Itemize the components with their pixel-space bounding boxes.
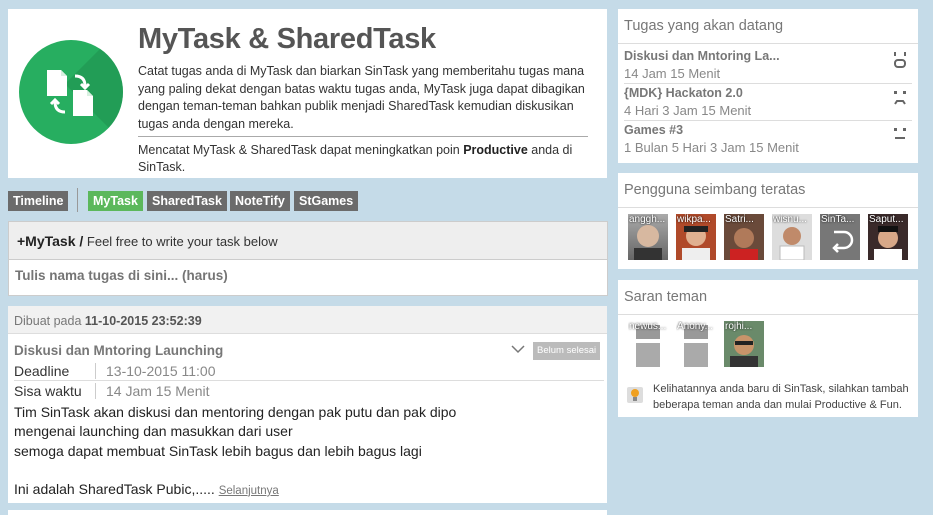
friend-suggestion-panel: Saran teman newus... Anony... rojhi... K… <box>618 280 918 417</box>
tab-mytask[interactable]: MyTask <box>88 191 143 211</box>
hero-description: Catat tugas anda di MyTask dan biarkan S… <box>138 64 585 131</box>
task-title[interactable]: Diskusi dan Mntoring Launching <box>14 343 223 358</box>
avatar[interactable]: anggh... <box>628 214 668 260</box>
ranking-title: Pengguna seimbang teratas <box>618 173 918 208</box>
task-card: Dibuat pada 11-10-2015 23:52:39 Diskusi … <box>8 306 607 503</box>
tab-notetify[interactable]: NoteTify <box>230 191 290 211</box>
task-body: Tim SinTask akan diskusi dan mentoring d… <box>14 404 457 497</box>
avatar[interactable]: rojhi... <box>724 321 764 367</box>
deadline-row: Deadline 13-10-2015 11:00 <box>14 363 216 379</box>
upcoming-item[interactable]: {MDK} Hackaton 2.0 4 Hari 3 Jam 15 Menit <box>624 86 912 118</box>
sintask-logo <box>19 40 123 144</box>
avatar[interactable]: Anony... <box>676 321 716 367</box>
avatar[interactable]: SinTa... <box>820 214 860 260</box>
swap-documents-icon <box>47 70 93 116</box>
suggest-message: Kelihatannya anda baru di SinTask, silah… <box>653 383 909 411</box>
avatar[interactable]: wisnu... <box>772 214 812 260</box>
ranking-panel: Pengguna seimbang teratas anggh... wikpa… <box>618 173 918 269</box>
neutral-face-icon <box>894 128 906 139</box>
upcoming-item[interactable]: Games #3 1 Bulan 5 Hari 3 Jam 15 Menit <box>624 123 912 155</box>
chevron-down-icon[interactable] <box>511 344 525 354</box>
tab-separator <box>77 188 78 212</box>
avatar[interactable]: Satri... <box>724 214 764 260</box>
task-created: Dibuat pada 11-10-2015 23:52:39 <box>8 306 607 334</box>
hero-card: MyTask & SharedTask Catat tugas anda di … <box>8 9 607 178</box>
tab-timeline[interactable]: Timeline <box>8 191 69 211</box>
status-badge[interactable]: Belum selesai <box>533 342 601 360</box>
tab-sharedtask[interactable]: SharedTask <box>147 191 227 211</box>
remaining-row: Sisa waktu 14 Jam 15 Menit <box>14 383 210 399</box>
read-more-link[interactable]: Selanjutnya <box>219 485 279 497</box>
hero-divider <box>138 136 588 137</box>
composer-header: +MyTask / Feel free to write your task b… <box>9 222 607 260</box>
lightbulb-icon <box>627 387 643 403</box>
next-card-edge <box>8 510 607 515</box>
avatar[interactable]: newus... <box>628 321 668 367</box>
avatar[interactable]: wikpa... <box>676 214 716 260</box>
suggest-title: Saran teman <box>618 280 918 315</box>
upcoming-panel: Tugas yang akan datang Diskusi dan Mntor… <box>618 9 918 163</box>
face-icon <box>894 52 906 68</box>
page-title: MyTask & SharedTask <box>138 23 436 55</box>
task-name-input[interactable] <box>9 260 607 291</box>
task-composer: +MyTask / Feel free to write your task b… <box>8 221 608 296</box>
sad-face-icon <box>894 91 906 105</box>
avatar[interactable]: Saput... <box>868 214 908 260</box>
upcoming-title: Tugas yang akan datang <box>618 9 918 44</box>
tab-stgames[interactable]: StGames <box>294 191 359 211</box>
hero-note: Mencatat MyTask & SharedTask dapat menin… <box>138 143 573 174</box>
upcoming-item[interactable]: Diskusi dan Mntoring La... 14 Jam 15 Men… <box>624 49 912 81</box>
